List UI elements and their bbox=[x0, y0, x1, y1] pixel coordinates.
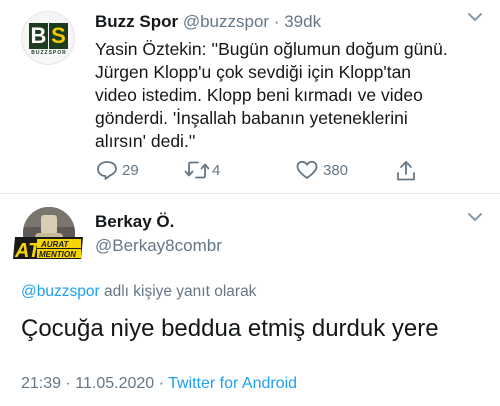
atmention-badge: AT AURAT MENTION bbox=[13, 237, 83, 262]
retweet-icon bbox=[184, 161, 210, 179]
replying-to: @buzzspor adlı kişiye yanıt olarak bbox=[21, 283, 256, 301]
reply-time: 21:39 bbox=[21, 375, 62, 392]
reply-count: 29 bbox=[122, 161, 139, 179]
reply-meta: 21:39 · 11.05.2020 · Twitter for Android bbox=[21, 375, 297, 393]
like-button[interactable]: 380 bbox=[296, 160, 348, 180]
tweet-text-line: gönderdi. 'İnşallah babanın yeteneklerin… bbox=[95, 108, 408, 128]
reply-handle[interactable]: @Berkay8combr bbox=[95, 236, 222, 256]
tweet-text: Yasin Öztekin: ''Bugün oğlumun doğum gün… bbox=[95, 38, 490, 153]
badge-bottom: MENTION bbox=[39, 250, 76, 259]
meta-separator: · bbox=[61, 375, 76, 392]
chevron-down-icon[interactable] bbox=[466, 10, 484, 24]
reply-text: Çocuğa niye beddua etmiş durduk yere bbox=[21, 315, 439, 342]
meta-separator: · bbox=[154, 375, 169, 392]
badge-top: AURAT bbox=[40, 240, 70, 249]
like-icon bbox=[296, 160, 318, 179]
reply-icon bbox=[97, 161, 117, 180]
tweet-text-line: video istedim. Klopp beni kırmadı ve vid… bbox=[95, 85, 423, 105]
reply-button[interactable]: 29 bbox=[96, 160, 139, 180]
tweet-display-name[interactable]: Buzz Spor bbox=[95, 12, 178, 31]
retweet-count: 4 bbox=[212, 161, 221, 179]
buzzspor-logo: B S BUZZSPOR bbox=[29, 23, 69, 56]
tweet-text-line: Jürgen Klopp'u çok sevdiği için Klopp'ta… bbox=[95, 62, 412, 82]
tweet-time[interactable]: 39dk bbox=[284, 12, 321, 31]
retweet-button[interactable]: 4 bbox=[184, 160, 220, 180]
logo-letter-b: B bbox=[29, 23, 48, 49]
tweet-text-line: alırsın' dedi.'' bbox=[95, 131, 196, 151]
logo-subtext: BUZZSPOR bbox=[31, 50, 67, 56]
divider bbox=[0, 193, 500, 194]
share-button[interactable] bbox=[396, 160, 416, 182]
tweet-text-line: Yasin Öztekin: ''Bugün oğlumun doğum gün… bbox=[95, 39, 448, 59]
berkay-avatar[interactable]: AT AURAT MENTION bbox=[13, 207, 85, 279]
reply-source[interactable]: Twitter for Android bbox=[168, 375, 297, 392]
reply-display-name[interactable]: Berkay Ö. bbox=[95, 212, 174, 232]
share-icon bbox=[397, 161, 415, 181]
tweet-header: Buzz Spor @buzzspor · 39dk bbox=[95, 12, 321, 32]
chevron-down-icon[interactable] bbox=[466, 210, 484, 224]
tweet-handle[interactable]: @buzzspor bbox=[183, 12, 269, 31]
replying-to-suffix: adlı kişiye yanıt olarak bbox=[99, 283, 257, 300]
tweet-actions: 29 4 380 bbox=[0, 160, 500, 182]
logo-letter-s: S bbox=[49, 23, 68, 49]
replying-to-mention[interactable]: @buzzspor bbox=[21, 283, 100, 300]
buzzspor-avatar[interactable]: B S BUZZSPOR bbox=[21, 11, 75, 65]
reply-date: 11.05.2020 bbox=[75, 375, 155, 392]
header-separator: · bbox=[269, 12, 285, 31]
badge-at: AT bbox=[14, 240, 42, 262]
like-count: 380 bbox=[323, 161, 349, 179]
